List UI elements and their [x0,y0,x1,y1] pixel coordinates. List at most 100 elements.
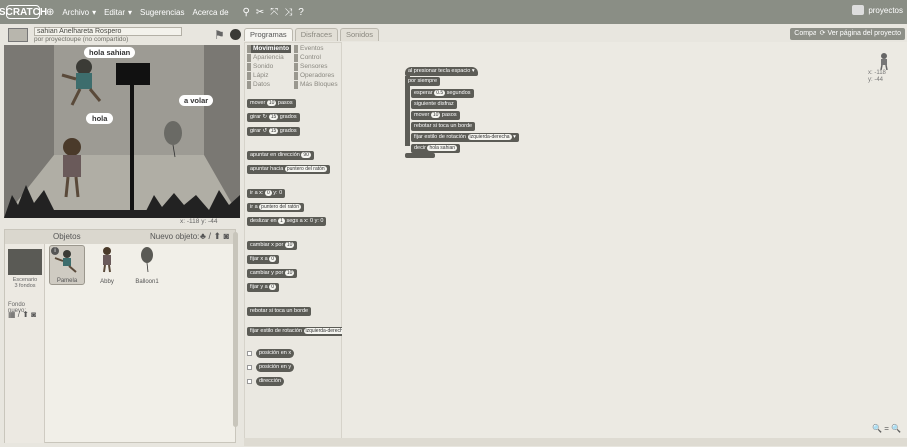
new-sprite-label: Nuevo objeto: [150,232,200,241]
script-siguiente-disfraz[interactable]: siguiente disfraz [411,100,457,109]
sprite-abby[interactable]: Abby [89,245,125,285]
bottom-strip [244,438,907,446]
backdrop-paint-icon[interactable]: / [18,310,20,319]
speech-bubble-hola-sahian: hola sahian [84,47,136,58]
speech-bubble-a-volar: a volar [179,95,214,106]
sprites-scrollbar[interactable] [233,232,238,427]
block-fijar-y[interactable]: fijar y a 0 [247,283,280,292]
tab-programas[interactable]: Programas [244,28,293,41]
script-forever-block[interactable]: por siempre [405,77,441,86]
stage-thumbnail[interactable] [8,249,42,275]
block-rebotar[interactable]: rebotar si toca un borde [247,307,312,316]
block-posicion-x[interactable]: posición en x [256,349,295,358]
editor-tabs: Programas Disfraces Sonidos [244,28,380,42]
checkbox-posicion-x[interactable] [247,351,252,356]
library-icon[interactable]: ♣ [200,231,206,241]
category-mas-bloques[interactable]: Más Bloques [294,81,338,89]
category-lapiz[interactable]: Lápiz [247,72,291,80]
script-rebotar[interactable]: rebotar si toca un borde [411,122,476,131]
project-header: sahian Anelhareta Rospero por proyectoup… [4,26,241,44]
category-datos[interactable]: Datos [247,81,291,89]
shrink-icon[interactable]: ⤨ [284,7,292,18]
script-decir[interactable]: decir hola sahian [411,144,461,153]
speech-bubble-hola: hola [86,113,114,124]
scratch-logo[interactable]: SCRATCH [0,5,47,19]
block-fijar-x[interactable]: fijar x a 0 [247,255,280,264]
sprites-panel: Objetos Nuevo objeto: ♣ / ⬆ ◙ Escenario … [4,229,236,443]
sprite-abby-thumb [103,247,111,273]
menu-archivo[interactable]: Archivo ▾ [62,8,96,17]
checkbox-posicion-y[interactable] [247,365,252,370]
block-girar-izquierda[interactable]: girar ↺ 15 grados [247,127,300,136]
upload-icon[interactable]: ⬆ [214,231,222,241]
sprite-name: Pamela [56,278,78,284]
category-sonido[interactable]: Sonido [247,63,291,71]
project-thumbnail [8,28,28,42]
paint-icon[interactable]: / [208,231,211,241]
block-ir-a[interactable]: ir a puntero del ratón [247,203,304,212]
mouse-coordinates: x: -118 y: -44 [180,218,218,225]
block-mover[interactable]: mover 10 pasos [247,99,296,108]
script-estilo-rotacion[interactable]: fijar estilo de rotación izquierda-derec… [411,133,519,142]
tab-sonidos[interactable]: Sonidos [339,28,380,41]
category-movimiento[interactable]: Movimiento [247,45,291,53]
backdrop-library-icon[interactable]: ▦ [8,310,16,319]
info-icon[interactable]: i [51,247,59,255]
menu-acerca-de[interactable]: Acerca de [193,8,229,17]
stop-icon[interactable] [230,29,241,40]
project-title-input[interactable]: sahian Anelhareta Rospero [34,27,182,36]
camera-icon[interactable]: ◙ [224,231,229,241]
category-operadores[interactable]: Operadores [294,72,338,80]
block-deslizar[interactable]: deslizar en 1 segs a x: 0 y: 0 [247,217,327,226]
script-hat-block[interactable]: al presionar tecla espacio ▾ [405,67,478,76]
grow-icon[interactable]: ⤧ [270,7,278,18]
stage-name: Escenario 3 fondos [12,277,38,289]
category-eventos[interactable]: Eventos [294,45,338,53]
menu-sugerencias[interactable]: Sugerencias [140,8,184,17]
stage[interactable]: hola sahian a volar hola [4,45,240,218]
block-girar-derecha[interactable]: girar ↻ 15 grados [247,113,300,122]
checkbox-direccion[interactable] [247,379,252,384]
zoom-in-icon[interactable]: 🔍 [891,424,901,433]
sprite-position: x: -118 y: -44 [868,70,886,83]
block-apuntar-direccion[interactable]: apuntar en dirección 90 [247,151,314,160]
menu-editar[interactable]: Editar ▾ [104,8,132,17]
script-loop-end [405,153,435,158]
current-sprite-icon [880,53,888,71]
sprite-balloon1[interactable]: Balloon1 [129,245,165,285]
sprites-title: Objetos [53,232,81,241]
palette-blocks: mover 10 pasos girar ↻ 15 grados girar ↺… [247,97,343,447]
backdrop-upload-icon[interactable]: ⬆ [22,310,29,319]
block-ir-a-xy[interactable]: ir a x: 0 y: 0 [247,189,286,198]
stage-selector[interactable]: Escenario 3 fondos Fondo nuevo: ▦ / ⬆ ◙ [5,244,45,443]
zoom-out-icon[interactable]: 🔍 [872,424,882,433]
script-esperar[interactable]: esperar 0.5 segundos [411,89,474,98]
sprite-balloon1-thumb [141,247,153,273]
category-apariencia[interactable]: Apariencia [247,54,291,62]
duplicate-icon[interactable]: ⚲ [243,7,250,18]
new-backdrop-tools: ▦ / ⬆ ◙ [8,310,36,319]
script-mover[interactable]: mover 10 pasos [411,111,460,120]
view-project-page-button[interactable]: ⟳ Ver página del proyecto [815,28,905,40]
sprite-pamela[interactable]: i Pamela [49,245,85,285]
block-cambiar-x[interactable]: cambiar x por 10 [247,241,298,250]
block-cambiar-y[interactable]: cambiar y por 10 [247,269,298,278]
backdrop-camera-icon[interactable]: ◙ [31,310,36,319]
current-sprite-thumbnail [869,52,899,72]
help-icon[interactable]: ? [298,7,304,18]
block-apuntar-hacia[interactable]: apuntar hacia puntero del ratón [247,165,330,174]
sprite-name: Abby [100,279,114,285]
project-owner: por proyectoupe (no compartido) [34,36,129,43]
category-sensores[interactable]: Sensores [294,63,338,71]
zoom-reset-icon[interactable]: = [884,424,889,433]
block-direccion[interactable]: dirección [256,377,285,386]
block-estilo-rotacion[interactable]: fijar estilo de rotación izquierda-derec… [247,327,343,336]
globe-icon[interactable]: ⊕ [46,7,54,18]
block-posicion-y[interactable]: posición en y [256,363,295,372]
tab-disfraces[interactable]: Disfraces [294,28,338,41]
category-control[interactable]: Control [294,54,338,62]
green-flag-icon[interactable]: ⚑ [214,28,225,42]
my-projects[interactable]: proyectos [852,5,903,15]
stage-scene [4,45,240,218]
delete-icon[interactable]: ✂ [256,7,264,18]
